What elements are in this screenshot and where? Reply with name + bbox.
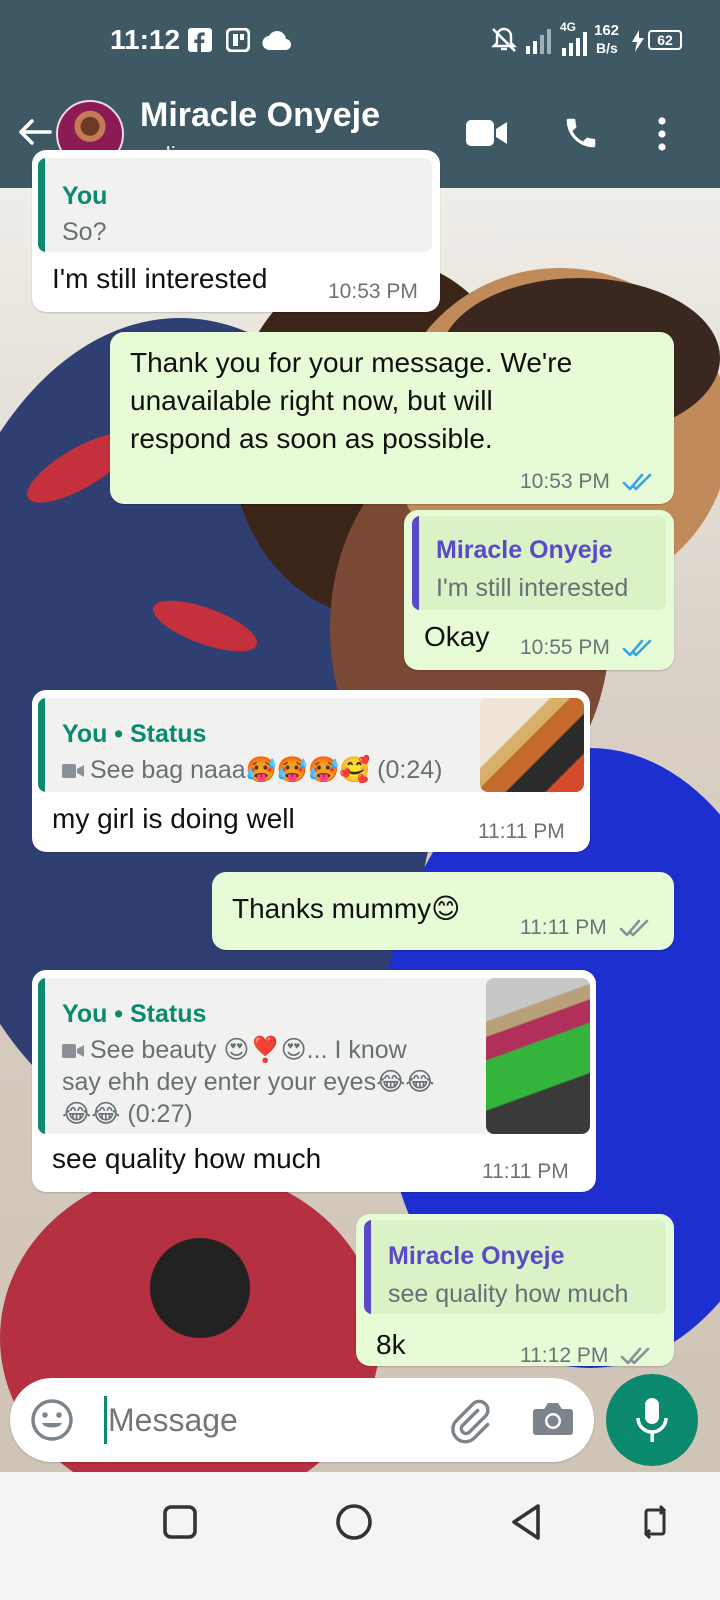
instagram-icon	[226, 28, 250, 52]
message-text: Okay	[424, 621, 490, 652]
message-text: I'm still interested	[52, 263, 268, 294]
back-button[interactable]	[508, 1502, 544, 1542]
delivered-tick-icon	[620, 1348, 650, 1365]
status-bar: 11:12 4G 162 B/s 62	[0, 18, 720, 62]
message-bubble-outgoing[interactable]: Thanks mummy😊 11:11 PM	[212, 872, 674, 950]
quote-text: I'm still interested	[436, 574, 629, 602]
network-speed-unit: B/s	[596, 40, 618, 56]
quote-text: see quality how much	[388, 1280, 629, 1308]
message-bubble-incoming[interactable]: You • Status See bag naaa🥵🥵🥵🥰 (0:24) my …	[32, 690, 590, 852]
message-text-line: respond as soon as possible.	[130, 423, 493, 454]
quote-text-line: say ehh dey enter your eyes😂😂	[62, 1068, 435, 1096]
quoted-message[interactable]: You So?	[38, 158, 432, 252]
message-time: 10:53 PM	[520, 470, 610, 493]
quote-text: So?	[62, 218, 107, 246]
delivered-tick-icon	[619, 920, 648, 937]
camera-icon[interactable]	[532, 1400, 574, 1438]
message-bubble-outgoing[interactable]: Miracle Onyeje see quality how much 8k 1…	[356, 1214, 674, 1368]
message-time: 11:11 PM	[520, 916, 607, 939]
message-input[interactable]	[108, 1396, 438, 1444]
message-bubble-outgoing[interactable]: Miracle Onyeje I'm still interested Okay…	[404, 510, 674, 670]
more-icon[interactable]	[656, 116, 668, 152]
quote-author: Miracle Onyeje	[388, 1242, 565, 1270]
message-time: 10:53 PM	[328, 280, 418, 303]
signal-icon	[562, 32, 587, 56]
message-composer[interactable]	[10, 1378, 594, 1462]
status-time: 11:12	[110, 24, 181, 55]
message-meta: 10:53 PM	[520, 470, 654, 494]
message-meta: 10:55 PM	[520, 636, 654, 660]
quote-text: See bag naaa🥵🥵🥵🥰 (0:24)	[90, 756, 443, 784]
recents-button[interactable]	[162, 1504, 198, 1540]
message-time: 11:11 PM	[478, 820, 565, 843]
quote-bar	[412, 516, 419, 610]
phone-icon[interactable]	[562, 114, 600, 152]
quote-author: You	[62, 182, 108, 210]
mute-icon	[491, 27, 517, 52]
battery-icon: 62	[648, 30, 682, 50]
charging-icon	[632, 30, 644, 52]
attach-icon[interactable]	[446, 1398, 492, 1444]
quote-author: You • Status	[62, 720, 207, 748]
message-meta: 11:11 PM	[520, 916, 651, 940]
home-button[interactable]	[334, 1502, 374, 1542]
back-arrow-icon[interactable]	[14, 112, 54, 152]
quote-text-line: See beauty 😍❣️😍... I know	[90, 1036, 407, 1064]
message-bubble-incoming[interactable]: You • Status See beauty 😍❣️😍... I know s…	[32, 970, 596, 1192]
quoted-message[interactable]: Miracle Onyeje I'm still interested	[412, 516, 666, 610]
read-tick-icon	[622, 474, 652, 491]
message-text-line: unavailable right now, but will	[130, 385, 493, 416]
battery-level: 62	[657, 32, 673, 48]
message-time: 11:11 PM	[482, 1160, 569, 1183]
message-text: 8k	[376, 1329, 406, 1360]
cloud-icon	[262, 31, 292, 50]
quote-text-line: 😂😂 (0:27)	[62, 1100, 193, 1128]
quote-bar	[38, 158, 45, 252]
message-bubble-outgoing[interactable]: Thank you for your message. We're unavai…	[110, 332, 674, 504]
text-caret	[104, 1396, 107, 1444]
rotate-icon[interactable]	[640, 1504, 670, 1540]
status-thumbnail[interactable]	[480, 698, 584, 792]
system-navigation-bar	[0, 1472, 720, 1600]
read-tick-icon	[622, 640, 652, 657]
quoted-status[interactable]: You • Status See beauty 😍❣️😍... I know s…	[38, 978, 590, 1134]
status-thumbnail[interactable]	[486, 978, 590, 1134]
message-time: 11:12 PM	[520, 1344, 609, 1367]
message-text: see quality how much	[52, 1143, 322, 1174]
facebook-icon	[188, 28, 212, 52]
message-text: my girl is doing well	[52, 803, 295, 834]
quoted-message[interactable]: Miracle Onyeje see quality how much	[364, 1220, 666, 1314]
video-icon	[62, 764, 84, 778]
message-text: Thanks mummy😊	[232, 893, 461, 924]
video-call-icon[interactable]	[466, 118, 508, 148]
message-bubble-incoming[interactable]: You So? I'm still interested 10:53 PM	[32, 150, 440, 312]
quote-bar	[364, 1220, 371, 1314]
message-time: 10:55 PM	[520, 636, 610, 659]
quoted-status[interactable]: You • Status See bag naaa🥵🥵🥵🥰 (0:24)	[38, 698, 584, 792]
emoji-icon[interactable]	[30, 1398, 74, 1442]
mic-icon	[636, 1398, 668, 1442]
contact-name[interactable]: Miracle Onyeje	[140, 96, 380, 135]
quote-bar	[38, 978, 45, 1134]
quote-bar	[38, 698, 45, 792]
mic-button[interactable]	[606, 1374, 698, 1466]
quote-author: You • Status	[62, 1000, 207, 1028]
quote-author: Miracle Onyeje	[436, 536, 613, 564]
message-text-line: Thank you for your message. We're	[130, 347, 573, 378]
signal-icon	[526, 29, 551, 54]
message-meta: 11:12 PM	[520, 1344, 652, 1368]
video-icon	[62, 1044, 84, 1058]
network-speed-value: 162	[594, 22, 620, 39]
